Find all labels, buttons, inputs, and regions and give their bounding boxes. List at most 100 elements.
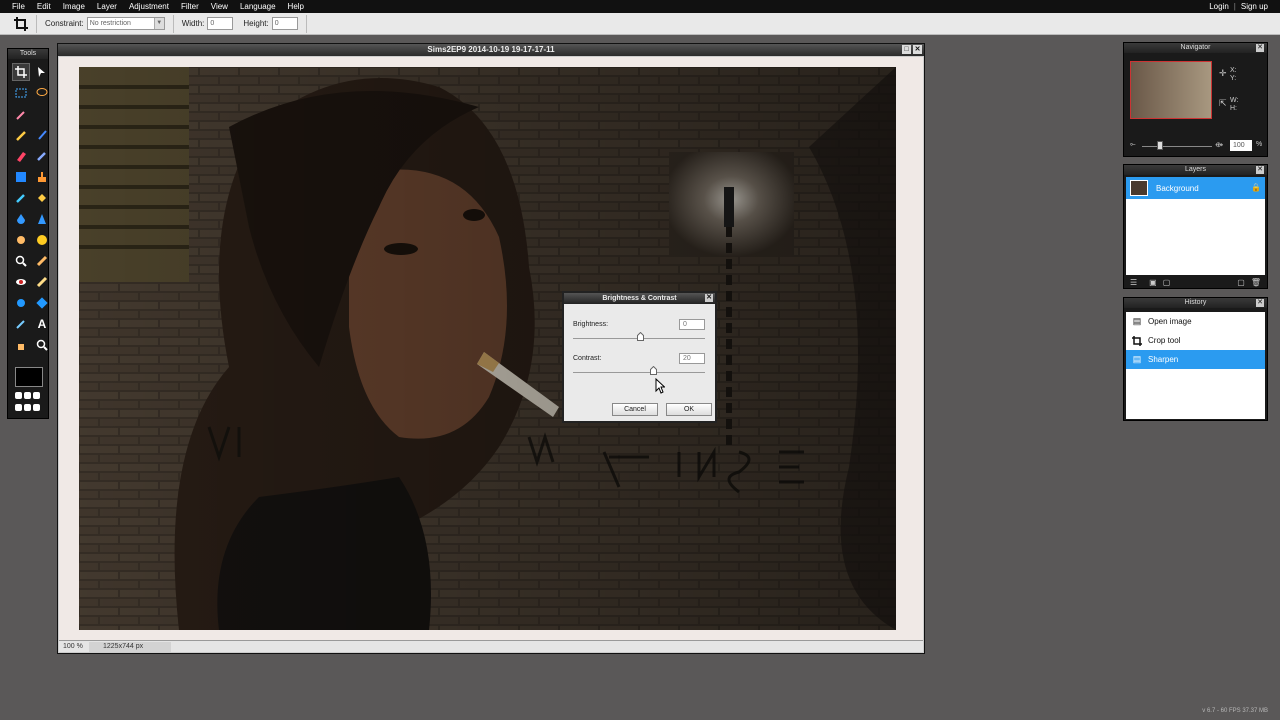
crosshair-icon: ✛	[1219, 68, 1227, 78]
width-input[interactable]: 0	[207, 17, 234, 30]
layer-thumbnail	[1130, 180, 1148, 196]
red-eye-icon[interactable]	[12, 273, 30, 291]
crop-icon[interactable]	[12, 63, 30, 81]
layer-settings-icon[interactable]: ☰	[1130, 278, 1137, 287]
layers-panel: Layers ✕ Background 🔒 ☰ ▣ ▢ ▢ 🗑	[1123, 164, 1268, 289]
dialog-title: Brightness & Contrast	[602, 295, 677, 302]
close-icon[interactable]: ✕	[1256, 166, 1264, 174]
sponge-icon[interactable]	[33, 231, 51, 249]
spot-heal-icon[interactable]	[33, 273, 51, 291]
tool-options-icon[interactable]	[15, 392, 43, 414]
brush-icon[interactable]	[33, 126, 51, 144]
hand-icon[interactable]	[12, 336, 30, 354]
menu-layer[interactable]: Layer	[97, 2, 117, 11]
menu-filter[interactable]: Filter	[181, 2, 199, 11]
cancel-button[interactable]: Cancel	[612, 403, 658, 416]
pencil-icon[interactable]	[12, 126, 30, 144]
ok-button[interactable]: OK	[666, 403, 712, 416]
constraint-value: No restriction	[89, 20, 131, 27]
canvas-area[interactable]	[59, 57, 923, 640]
layer-name: Background	[1156, 183, 1199, 193]
lock-icon[interactable]: 🔒	[1251, 183, 1261, 192]
zoom-color-icon[interactable]	[12, 252, 30, 270]
signup-link[interactable]: Sign up	[1241, 2, 1268, 11]
color-swatch[interactable]	[15, 367, 43, 387]
move-icon[interactable]	[33, 63, 51, 81]
layer-mask-icon[interactable]: ▣	[1149, 278, 1157, 287]
zoom-slider-thumb[interactable]	[1157, 141, 1163, 150]
history-title: History	[1184, 299, 1207, 306]
replace-color-icon[interactable]	[33, 147, 51, 165]
clone-stamp-icon[interactable]	[33, 168, 51, 186]
history-item-label: Crop tool	[1148, 336, 1181, 345]
delete-layer-icon[interactable]: 🗑	[1251, 278, 1261, 287]
drop-icon[interactable]	[12, 210, 30, 228]
fill-icon[interactable]	[33, 189, 51, 207]
constraint-select[interactable]: No restriction ▼	[86, 17, 165, 30]
history-item-sharpen[interactable]: ▤ Sharpen	[1126, 350, 1265, 369]
text-icon[interactable]: A	[33, 315, 51, 333]
picker-icon[interactable]	[12, 315, 30, 333]
bloat-icon[interactable]	[12, 294, 30, 312]
new-layer-icon[interactable]: ▢	[1237, 278, 1245, 287]
menu-edit[interactable]: Edit	[37, 2, 51, 11]
zoom-input[interactable]: 100	[1230, 140, 1252, 151]
pinch-icon[interactable]	[33, 294, 51, 312]
menu-adjustment[interactable]: Adjustment	[129, 2, 169, 11]
gradient-icon[interactable]	[12, 168, 30, 186]
zoom-out-icon[interactable]: ⟜	[1130, 141, 1136, 149]
history-item-crop-tool[interactable]: Crop tool	[1126, 331, 1265, 350]
menu-help[interactable]: Help	[288, 2, 304, 11]
document-icon: ▤	[1132, 354, 1142, 364]
marquee-icon[interactable]	[12, 84, 30, 102]
contrast-input[interactable]: 20	[679, 353, 705, 364]
chevron-down-icon[interactable]: ▼	[153, 18, 164, 29]
brightness-contrast-dialog: Brightness & Contrast ✕ Brightness: 0 Co…	[562, 291, 717, 423]
dodge-icon[interactable]	[33, 252, 51, 270]
layer-item-background[interactable]: Background 🔒	[1126, 177, 1265, 199]
menu-view[interactable]: View	[211, 2, 228, 11]
close-icon[interactable]: ✕	[705, 294, 713, 302]
close-icon[interactable]: ✕	[1256, 44, 1264, 52]
contrast-slider-thumb[interactable]	[650, 365, 657, 375]
crop-tool-icon	[14, 16, 28, 31]
menu-image[interactable]: Image	[63, 2, 85, 11]
dialog-titlebar[interactable]: Brightness & Contrast ✕	[564, 293, 715, 304]
login-link[interactable]: Login	[1209, 2, 1229, 11]
maximize-icon[interactable]: □	[902, 45, 911, 54]
sharpen-icon[interactable]	[33, 210, 51, 228]
document-icon: ▤	[1132, 316, 1142, 326]
zoom-unit: %	[1256, 141, 1263, 148]
contrast-slider-track[interactable]	[573, 372, 705, 373]
navigator-thumbnail[interactable]	[1130, 61, 1212, 119]
height-input[interactable]: 0	[271, 17, 298, 30]
close-icon[interactable]: ✕	[913, 45, 922, 54]
wand-icon[interactable]	[12, 105, 30, 123]
navigator-panel: Navigator ✕ ✛ X: Y: ⇱ W: H: ⟜ ⟴ 100 %	[1123, 42, 1268, 157]
document-title: Sims2EP9 2014-10-19 19-17-17-11	[427, 45, 555, 54]
history-panel: History ✕ ▤ Open image Crop tool ▤ Sharp…	[1123, 297, 1268, 421]
brightness-input[interactable]: 0	[679, 319, 705, 330]
smudge-icon[interactable]	[12, 231, 30, 249]
menu-language[interactable]: Language	[240, 2, 276, 11]
photo-canvas[interactable]	[79, 67, 896, 630]
zoom-level[interactable]: 100 %	[59, 643, 85, 650]
menu-file[interactable]: File	[12, 2, 25, 11]
lasso-icon[interactable]	[33, 84, 51, 102]
eraser-icon[interactable]	[12, 147, 30, 165]
history-item-label: Sharpen	[1148, 355, 1179, 364]
zoom-in-icon[interactable]: ⟴	[1215, 141, 1223, 149]
zoom-icon[interactable]	[33, 336, 51, 354]
history-item-open-image[interactable]: ▤ Open image	[1126, 312, 1265, 331]
document-titlebar[interactable]: Sims2EP9 2014-10-19 19-17-17-11 □ ✕	[58, 44, 924, 56]
history-item-label: Open image	[1148, 317, 1192, 326]
history-list: ▤ Open image Crop tool ▤ Sharpen	[1126, 312, 1265, 419]
zoom-slider-track[interactable]	[1142, 146, 1212, 147]
tools-title: Tools	[8, 49, 48, 59]
layers-titlebar: Layers ✕	[1124, 165, 1267, 175]
layer-group-icon[interactable]: ▢	[1163, 278, 1171, 287]
color-replace-icon[interactable]	[12, 189, 30, 207]
close-icon[interactable]: ✕	[1256, 299, 1264, 307]
empty-slot	[33, 105, 51, 123]
brightness-slider-thumb[interactable]	[637, 331, 644, 341]
